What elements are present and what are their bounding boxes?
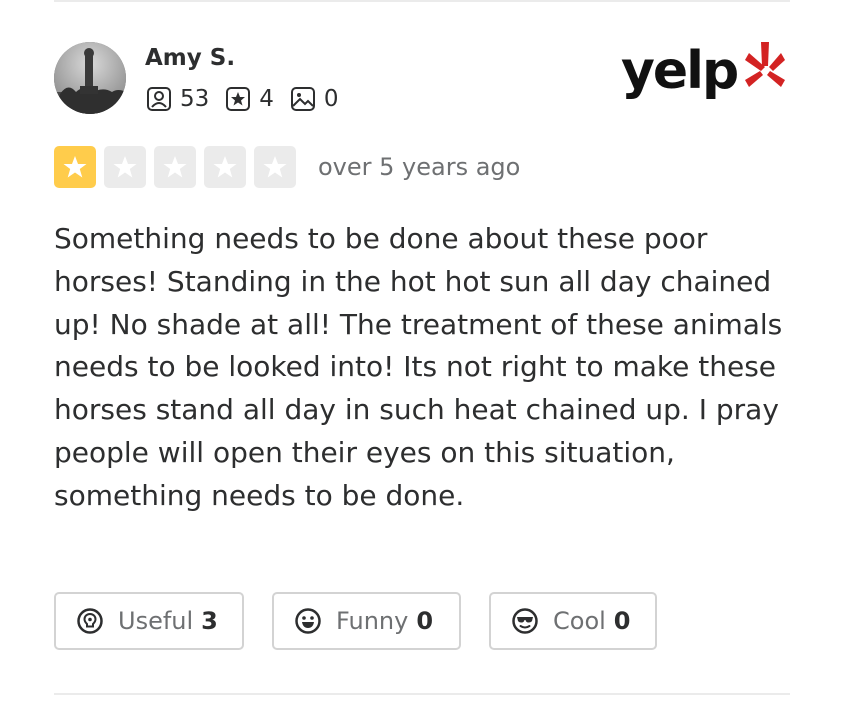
- funny-button[interactable]: Funny 0: [272, 592, 461, 650]
- star-icon: [263, 156, 287, 178]
- yelp-logo-text: yelp: [621, 41, 739, 101]
- review-text: Something needs to be done about these p…: [54, 222, 783, 512]
- star-3: [154, 146, 196, 188]
- user-stats: 53 4 0: [146, 86, 339, 112]
- friends-count: 53: [180, 86, 210, 112]
- cool-button[interactable]: Cool 0: [489, 592, 657, 650]
- lightbulb-icon: [77, 608, 103, 634]
- photos-stat: 0: [290, 86, 339, 112]
- star-2: [104, 146, 146, 188]
- useful-button[interactable]: Useful 3: [54, 592, 244, 650]
- star-icon: [113, 156, 137, 178]
- reviews-count: 4: [259, 86, 274, 112]
- reaction-buttons: Useful 3 Funny 0 Cool 0: [54, 592, 657, 650]
- photos-count: 0: [323, 86, 339, 112]
- avatar[interactable]: [54, 42, 126, 114]
- top-divider: [54, 0, 790, 2]
- sunglasses-icon: [512, 608, 538, 634]
- useful-count: 3: [201, 607, 218, 635]
- funny-label: Funny: [336, 607, 409, 635]
- star-rating: over 5 years ago: [54, 146, 520, 188]
- review-timestamp: over 5 years ago: [318, 153, 521, 181]
- smile-icon: [295, 608, 321, 634]
- photo-icon: [290, 87, 315, 111]
- user-name[interactable]: Amy S.: [145, 45, 235, 71]
- star-icon: [63, 156, 87, 178]
- reviews-stat: 4: [225, 86, 274, 112]
- yelp-logo: yelp: [621, 41, 789, 101]
- cool-label: Cool: [553, 607, 606, 635]
- friends-stat: 53: [146, 86, 209, 112]
- review-card: Amy S. 53 4 0 yelp over 5 years ago Some…: [0, 0, 844, 707]
- star-1: [54, 146, 96, 188]
- review-star-icon: [226, 87, 251, 111]
- yelp-burst-icon: [745, 42, 786, 87]
- useful-label: Useful: [118, 607, 194, 635]
- bottom-divider: [54, 693, 790, 695]
- star-4: [204, 146, 246, 188]
- star-icon: [163, 156, 187, 178]
- star-5: [254, 146, 296, 188]
- cool-count: 0: [613, 607, 631, 635]
- star-icon: [213, 156, 237, 178]
- friends-icon: [147, 87, 171, 111]
- funny-count: 0: [416, 607, 434, 635]
